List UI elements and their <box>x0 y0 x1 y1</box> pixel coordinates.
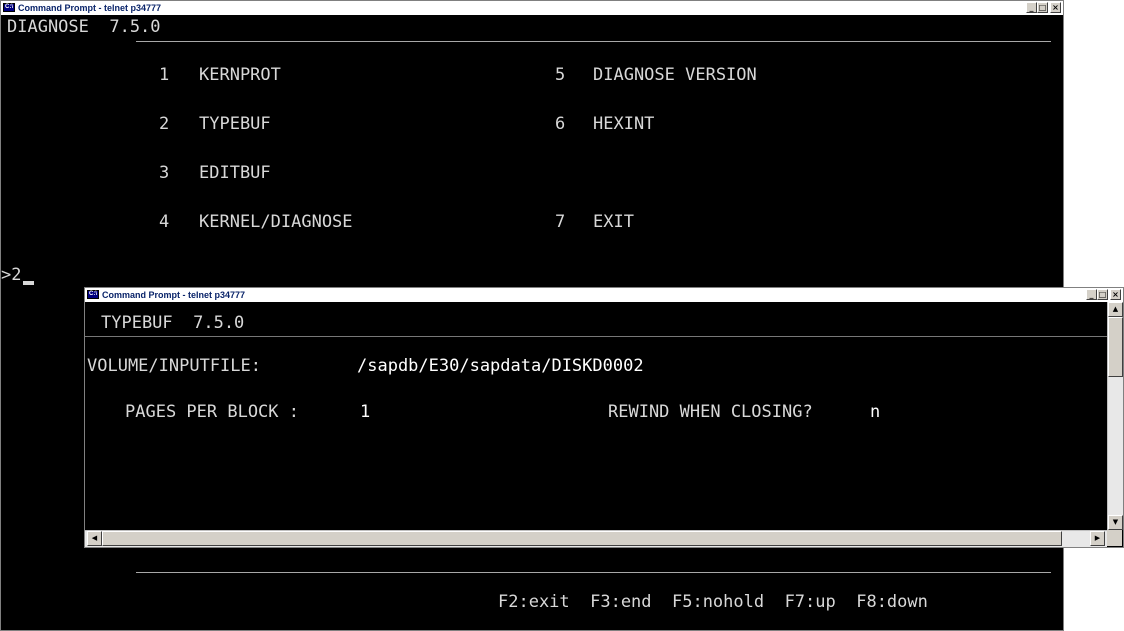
scroll-left-arrow-icon[interactable]: ◀ <box>87 531 102 546</box>
front-terminal-window[interactable]: C:\ Command Prompt - telnet p34777 _ □ ×… <box>84 287 1124 548</box>
horizontal-scroll-thumb[interactable] <box>102 531 1062 546</box>
menu-item-num: 1 <box>159 65 170 85</box>
maximize-icon[interactable]: □ <box>1097 289 1108 300</box>
menu-item-num: 3 <box>159 163 170 183</box>
command-prompt[interactable]: >2 <box>1 265 21 285</box>
resize-grip[interactable] <box>1107 530 1122 546</box>
back-window-title: Command Prompt - telnet p34777 <box>18 3 162 13</box>
screen-header: DIAGNOSE 7.5.0 <box>7 17 161 37</box>
volume-label: VOLUME/INPUTFILE: <box>87 356 261 376</box>
header-divider <box>85 336 1107 337</box>
menu-item-diagnose-version[interactable]: DIAGNOSE VERSION <box>593 65 757 85</box>
pages-per-block-label: PAGES PER BLOCK : <box>125 402 310 422</box>
menu-item-num: 6 <box>555 114 566 134</box>
footer-divider <box>136 572 1051 573</box>
rewind-input[interactable]: n <box>870 402 880 422</box>
menu-item-kernel-diagnose[interactable]: KERNEL/DIAGNOSE <box>199 212 353 232</box>
front-title-bar[interactable]: C:\ Command Prompt - telnet p34777 _ □ × <box>85 288 1123 302</box>
horizontal-scrollbar[interactable]: ◀ ▶ <box>85 530 1107 547</box>
pages-per-block-input[interactable]: 1 <box>360 402 370 422</box>
menu-item-num: 2 <box>159 114 170 134</box>
rewind-label: REWIND WHEN CLOSING? <box>608 402 823 422</box>
menu-item-num: 4 <box>159 212 170 232</box>
back-title-bar[interactable]: C:\ Command Prompt - telnet p34777 _ □ × <box>1 1 1063 15</box>
header-divider <box>136 41 1051 42</box>
cmd-window-icon: C:\ <box>87 290 99 299</box>
volume-input[interactable]: /sapdb/E30/sapdata/DISKD0002 <box>357 356 644 376</box>
maximize-icon[interactable]: □ <box>1037 2 1048 13</box>
front-window-title: Command Prompt - telnet p34777 <box>102 290 246 300</box>
close-icon[interactable]: × <box>1050 2 1061 13</box>
scroll-down-arrow-icon[interactable]: ▼ <box>1108 515 1123 530</box>
menu-item-num: 5 <box>555 65 566 85</box>
function-key-bar: F2:exit F3:end F5:nohold F7:up F8:down <box>498 592 928 612</box>
minimize-icon[interactable]: _ <box>1086 289 1097 300</box>
close-icon[interactable]: × <box>1110 289 1121 300</box>
menu-item-editbuf[interactable]: EDITBUF <box>199 163 271 183</box>
menu-item-typebuf[interactable]: TYPEBUF <box>199 114 271 134</box>
text-cursor <box>23 281 34 285</box>
minimize-icon[interactable]: _ <box>1026 2 1037 13</box>
scroll-right-arrow-icon[interactable]: ▶ <box>1090 531 1105 546</box>
menu-item-hexint[interactable]: HEXINT <box>593 114 654 134</box>
screen-header: TYPEBUF 7.5.0 <box>101 313 245 333</box>
vertical-scroll-thumb[interactable] <box>1108 317 1123 377</box>
cmd-window-icon: C:\ <box>3 3 15 12</box>
menu-item-num: 7 <box>555 212 566 232</box>
scroll-up-arrow-icon[interactable]: ▲ <box>1108 302 1123 317</box>
menu-item-exit[interactable]: EXIT <box>593 212 634 232</box>
vertical-scrollbar[interactable]: ▲ ▼ <box>1107 302 1123 530</box>
menu-item-kernprot[interactable]: KERNPROT <box>199 65 281 85</box>
